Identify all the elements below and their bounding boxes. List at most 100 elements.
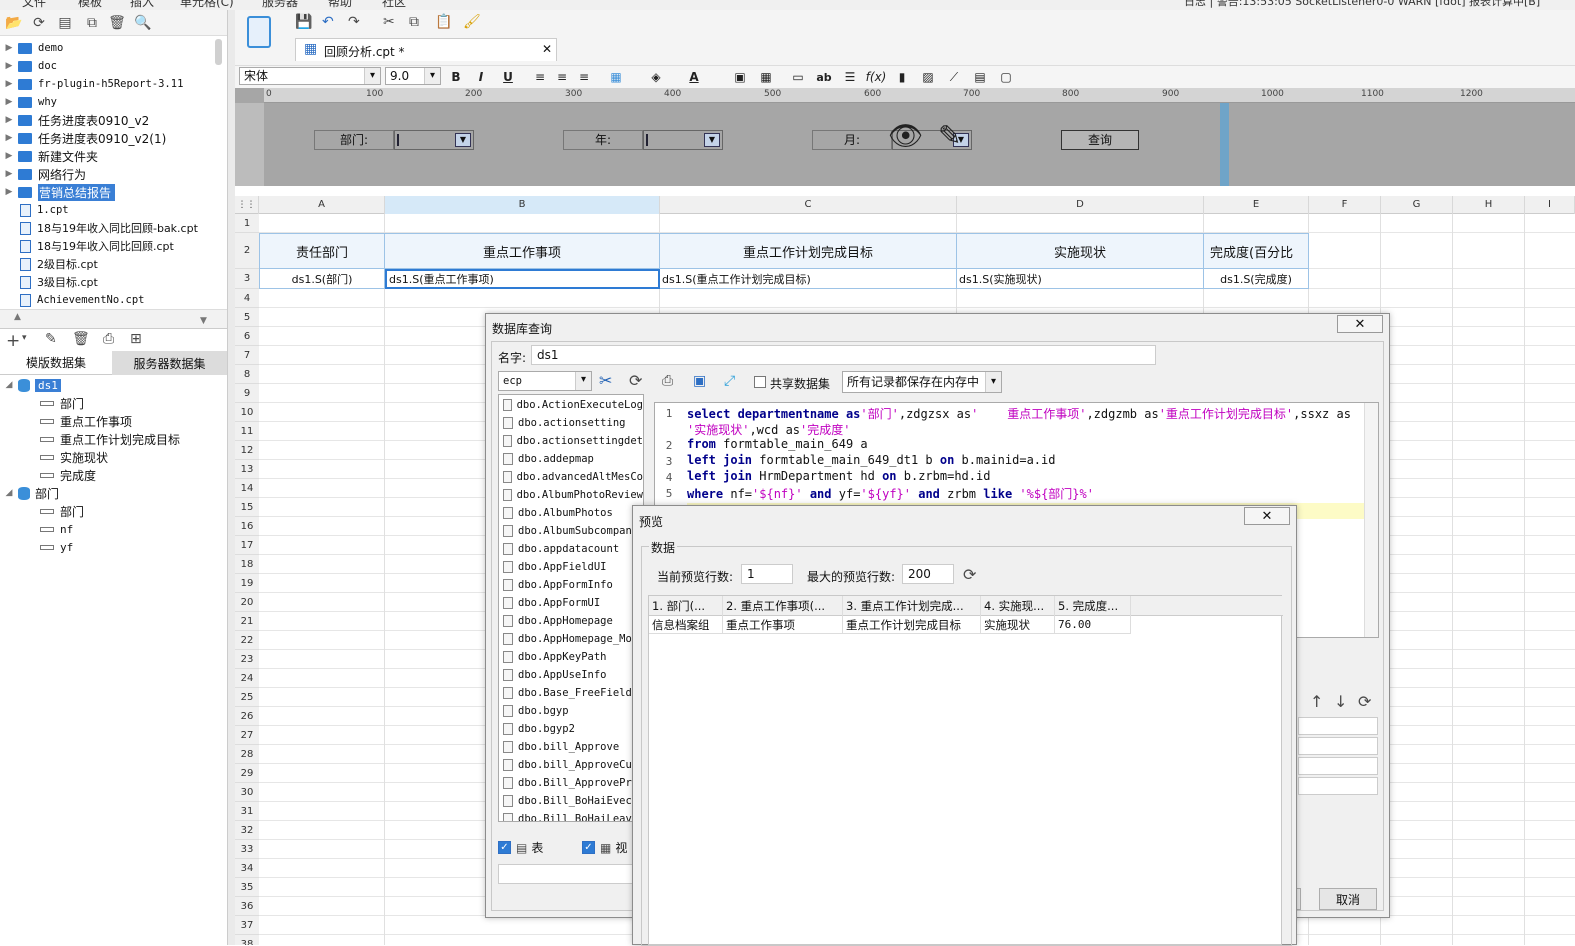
dataset-item-dept[interactable]: ◢ 部门 [0, 484, 59, 502]
chart-icon[interactable]: ▮ [893, 68, 911, 86]
row-header-16[interactable]: 16 [235, 517, 259, 536]
lock-icon[interactable]: ⧉ [83, 14, 101, 32]
menu-server[interactable]: 服务器 [262, 0, 298, 10]
edit-pen-icon[interactable]: ✎ [938, 119, 961, 152]
refresh-icon[interactable]: ⟳ [629, 371, 642, 390]
widget-icon[interactable]: ▢ [997, 68, 1015, 86]
column-header-i[interactable]: I [1525, 196, 1575, 214]
param-combo-dept[interactable]: ▼ [394, 130, 474, 150]
param-table-row[interactable] [1298, 717, 1378, 735]
preview-table[interactable]: 1. 部门(... 2. 重点工作事项(... 3. 重点工作计划完成... 4… [648, 595, 1283, 945]
redo-icon[interactable]: ↷ [348, 14, 360, 30]
shared-dataset-checkbox[interactable] [754, 376, 766, 388]
align-center-icon[interactable]: ≡ [553, 68, 571, 86]
menu-file[interactable]: 文件 [22, 0, 46, 10]
menu-community[interactable]: 社区 [382, 0, 406, 10]
row-header-33[interactable]: 33 [235, 840, 259, 859]
format-painter-icon[interactable]: 🖌 [463, 14, 481, 30]
underline-icon[interactable]: U [499, 68, 517, 86]
preview-column-header[interactable]: 1. 部门(... [649, 596, 723, 616]
font-select[interactable]: 宋体 ▾ [239, 67, 381, 85]
table-list-item[interactable]: dbo.Bill_BoHaiLeave [499, 810, 643, 821]
sql-scrollbar[interactable] [1364, 403, 1378, 637]
unmerge-icon[interactable]: ▦ [757, 68, 775, 86]
header-cell-task[interactable]: 重点工作事项 [385, 233, 660, 269]
menu-help[interactable]: 帮助 [328, 0, 352, 10]
delete-icon[interactable]: 🗑 [72, 331, 90, 347]
close-icon[interactable]: ✕ [542, 42, 552, 56]
row-header-9[interactable]: 9 [235, 384, 259, 403]
header-cell-status[interactable]: 实施现状 [957, 233, 1204, 269]
row-header-31[interactable]: 31 [235, 802, 259, 821]
tree-item[interactable]: ▶ doc [0, 57, 57, 75]
row-header-36[interactable]: 36 [235, 897, 259, 916]
table-list-item[interactable]: dbo.Base_FreeField [499, 684, 643, 702]
column-header-f[interactable]: F [1309, 196, 1381, 214]
tree-item[interactable]: 18与19年收入同比回顾-bak.cpt [20, 219, 198, 237]
row-header-25[interactable]: 25 [235, 688, 259, 707]
row-header-3[interactable]: 3 [235, 269, 259, 289]
row-header-35[interactable]: 35 [235, 878, 259, 897]
field-item[interactable]: yf [40, 538, 73, 556]
refresh-icon[interactable]: ⟳ [963, 565, 976, 584]
row-header-30[interactable]: 30 [235, 783, 259, 802]
row-header-12[interactable]: 12 [235, 441, 259, 460]
font-color-icon[interactable]: A [685, 68, 703, 86]
column-header-a[interactable]: A [259, 196, 385, 214]
table-list-item[interactable]: dbo.actionsetting [499, 414, 643, 432]
tree-scrollbar[interactable] [215, 39, 222, 65]
table-list-item[interactable]: dbo.bill_ApproveCus [499, 756, 643, 774]
preview-cell[interactable]: 76.00 [1055, 616, 1131, 634]
row-header-23[interactable]: 23 [235, 650, 259, 669]
name-input[interactable]: ds1 [531, 345, 1156, 365]
field-item[interactable]: 完成度 [40, 466, 96, 484]
row-header-8[interactable]: 8 [235, 365, 259, 384]
connection-select[interactable]: ecp ▾ [498, 371, 592, 391]
close-icon[interactable]: ✕ [1337, 315, 1383, 333]
tree-item[interactable]: ▶ 网络行为 [0, 165, 86, 183]
table-list-item[interactable]: dbo.AppKeyPath [499, 648, 643, 666]
column-header-g[interactable]: G [1381, 196, 1453, 214]
close-icon[interactable]: ✕ [1244, 507, 1290, 525]
row-header-20[interactable]: 20 [235, 593, 259, 612]
table-filter-input[interactable] [498, 864, 644, 884]
select-all-icon[interactable]: ⋮⋮ [235, 196, 259, 214]
merge-icon[interactable]: ▣ [731, 68, 749, 86]
header-cell-goal[interactable]: 重点工作计划完成目标 [660, 233, 957, 269]
data-cell-dept[interactable]: ds1.S(部门) [259, 269, 385, 289]
open-folder-icon[interactable]: 📂 [5, 14, 23, 32]
edit-icon[interactable]: ✎ [45, 331, 57, 347]
arrow-down-icon[interactable]: ↓ [1334, 692, 1347, 711]
param-combo-year[interactable]: ▼ [643, 130, 723, 150]
data-cell-completion[interactable]: ds1.S(完成度) [1204, 269, 1309, 289]
preview-column-header[interactable]: 5. 完成度... [1055, 596, 1131, 616]
table-list-item[interactable]: dbo.AlbumPhotoReview [499, 486, 643, 504]
arrow-up-icon[interactable]: ↑ [1310, 692, 1323, 711]
align-right-icon[interactable]: ≡ [575, 68, 593, 86]
table-list-item[interactable]: dbo.addepmap [499, 450, 643, 468]
row-header-34[interactable]: 34 [235, 859, 259, 878]
subreport-icon[interactable]: ▤ [971, 68, 989, 86]
splitter[interactable]: ▲ ▼ [0, 309, 227, 328]
tree-item[interactable]: ▶ fr-plugin-h5Report-3.11 [0, 75, 184, 93]
preview-column-header[interactable]: 4. 实施现... [981, 596, 1055, 616]
preview-cell[interactable]: 实施现状 [981, 616, 1055, 634]
table-list-item[interactable]: dbo.AppFormInfo [499, 576, 643, 594]
preview-column-header[interactable]: 2. 重点工作事项(... [723, 596, 843, 616]
search-icon[interactable]: 🔍 [134, 14, 152, 32]
add-icon[interactable]: + [6, 331, 20, 351]
header-cell-dept[interactable]: 责任部门 [259, 233, 385, 269]
properties-icon[interactable]: ▤ [56, 14, 74, 32]
row-header-14[interactable]: 14 [235, 479, 259, 498]
field-item[interactable]: 重点工作事项 [40, 412, 132, 430]
preview-icon[interactable]: ⎙ [662, 373, 673, 389]
row-header-21[interactable]: 21 [235, 612, 259, 631]
dataset-item-ds1[interactable]: ◢ ds1 [0, 376, 61, 394]
row-header-27[interactable]: 27 [235, 726, 259, 745]
tree-item[interactable]: ▶ 任务进度表0910_v2(1) [0, 129, 167, 147]
refresh-icon[interactable]: ⟳ [30, 14, 48, 32]
table-list-item[interactable]: dbo.AppFormUI [499, 594, 643, 612]
preview-cell[interactable]: 重点工作计划完成目标 [843, 616, 981, 634]
row-header-15[interactable]: 15 [235, 498, 259, 517]
row-header-10[interactable]: 10 [235, 403, 259, 422]
